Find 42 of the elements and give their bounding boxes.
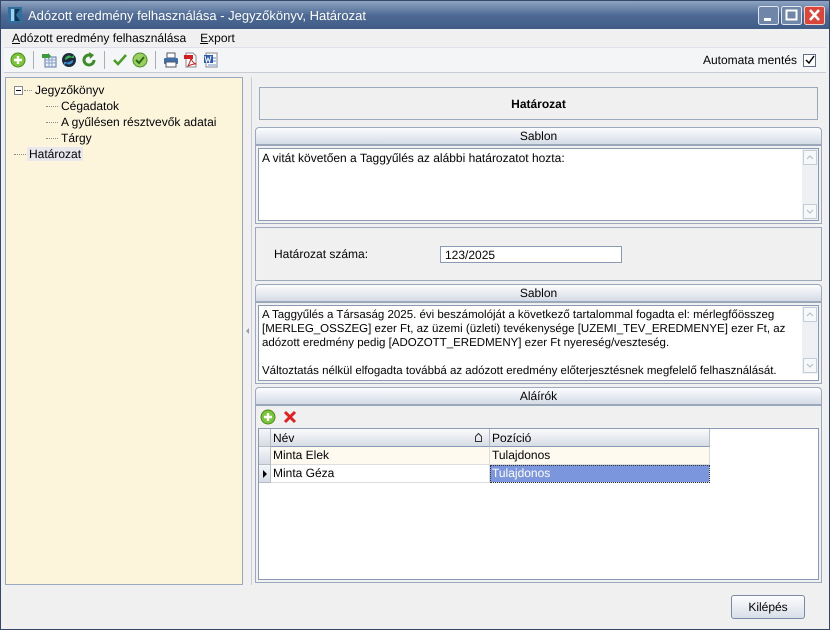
check-circle-icon[interactable] — [132, 52, 148, 68]
row-selector[interactable] — [259, 465, 271, 483]
close-button[interactable] — [804, 6, 825, 24]
section-header: Sablon — [255, 284, 822, 302]
minimize-button[interactable] — [758, 6, 779, 24]
input-field[interactable]: 123/2025 — [440, 246, 622, 262]
menu-item[interactable]: Adózott eredmény felhasználása — [12, 31, 186, 45]
auto-save-label: Automata mentés — [702, 53, 797, 67]
add-icon[interactable] — [10, 52, 26, 68]
document-icon[interactable] — [203, 52, 219, 68]
collapse-toggle-icon[interactable] — [14, 86, 23, 94]
tree-item[interactable]: Jegyzőkönyv — [33, 83, 106, 97]
delete-icon[interactable] — [282, 409, 298, 425]
refresh-icon[interactable] — [81, 52, 97, 68]
tree-item[interactable]: Határozat — [27, 147, 84, 161]
splitter-handle-icon[interactable] — [246, 328, 248, 334]
app-icon — [7, 6, 22, 24]
maximize-button[interactable] — [781, 6, 802, 24]
table-cell: Tulajdonos — [490, 447, 710, 465]
section-header: Aláírók — [255, 387, 822, 405]
table-cell: Minta Elek — [271, 447, 490, 465]
field-label: Határozat száma: — [274, 247, 370, 261]
section-header: Sablon — [255, 127, 822, 145]
window-title: Adózott eredmény felhasználása - Jegyzőkönyv, Határozat — [28, 8, 367, 22]
column-header[interactable]: Pozíció — [490, 429, 710, 447]
pdf-icon[interactable] — [183, 52, 199, 68]
check-icon[interactable] — [112, 52, 128, 68]
printer-icon[interactable] — [163, 52, 179, 68]
auto-save-checkbox[interactable] — [803, 54, 816, 66]
table-cell: Tulajdonos — [490, 465, 710, 483]
sort-icon[interactable] — [474, 432, 483, 443]
tree-item[interactable]: Tárgy — [59, 131, 94, 145]
current-row-icon — [262, 470, 268, 478]
section-title: Határozat — [259, 87, 818, 120]
exit-button[interactable]: Kilépés — [731, 595, 805, 619]
table-arrow-icon[interactable] — [41, 52, 57, 68]
tree-item[interactable]: A gyűlésen résztvevők adatai — [59, 115, 218, 129]
tree-item[interactable]: Cégadatok — [59, 99, 122, 113]
table-cell: Minta Géza — [271, 465, 490, 483]
menu-item[interactable]: Export — [200, 31, 235, 45]
sync-icon[interactable] — [61, 52, 77, 68]
add-icon[interactable] — [260, 409, 276, 425]
